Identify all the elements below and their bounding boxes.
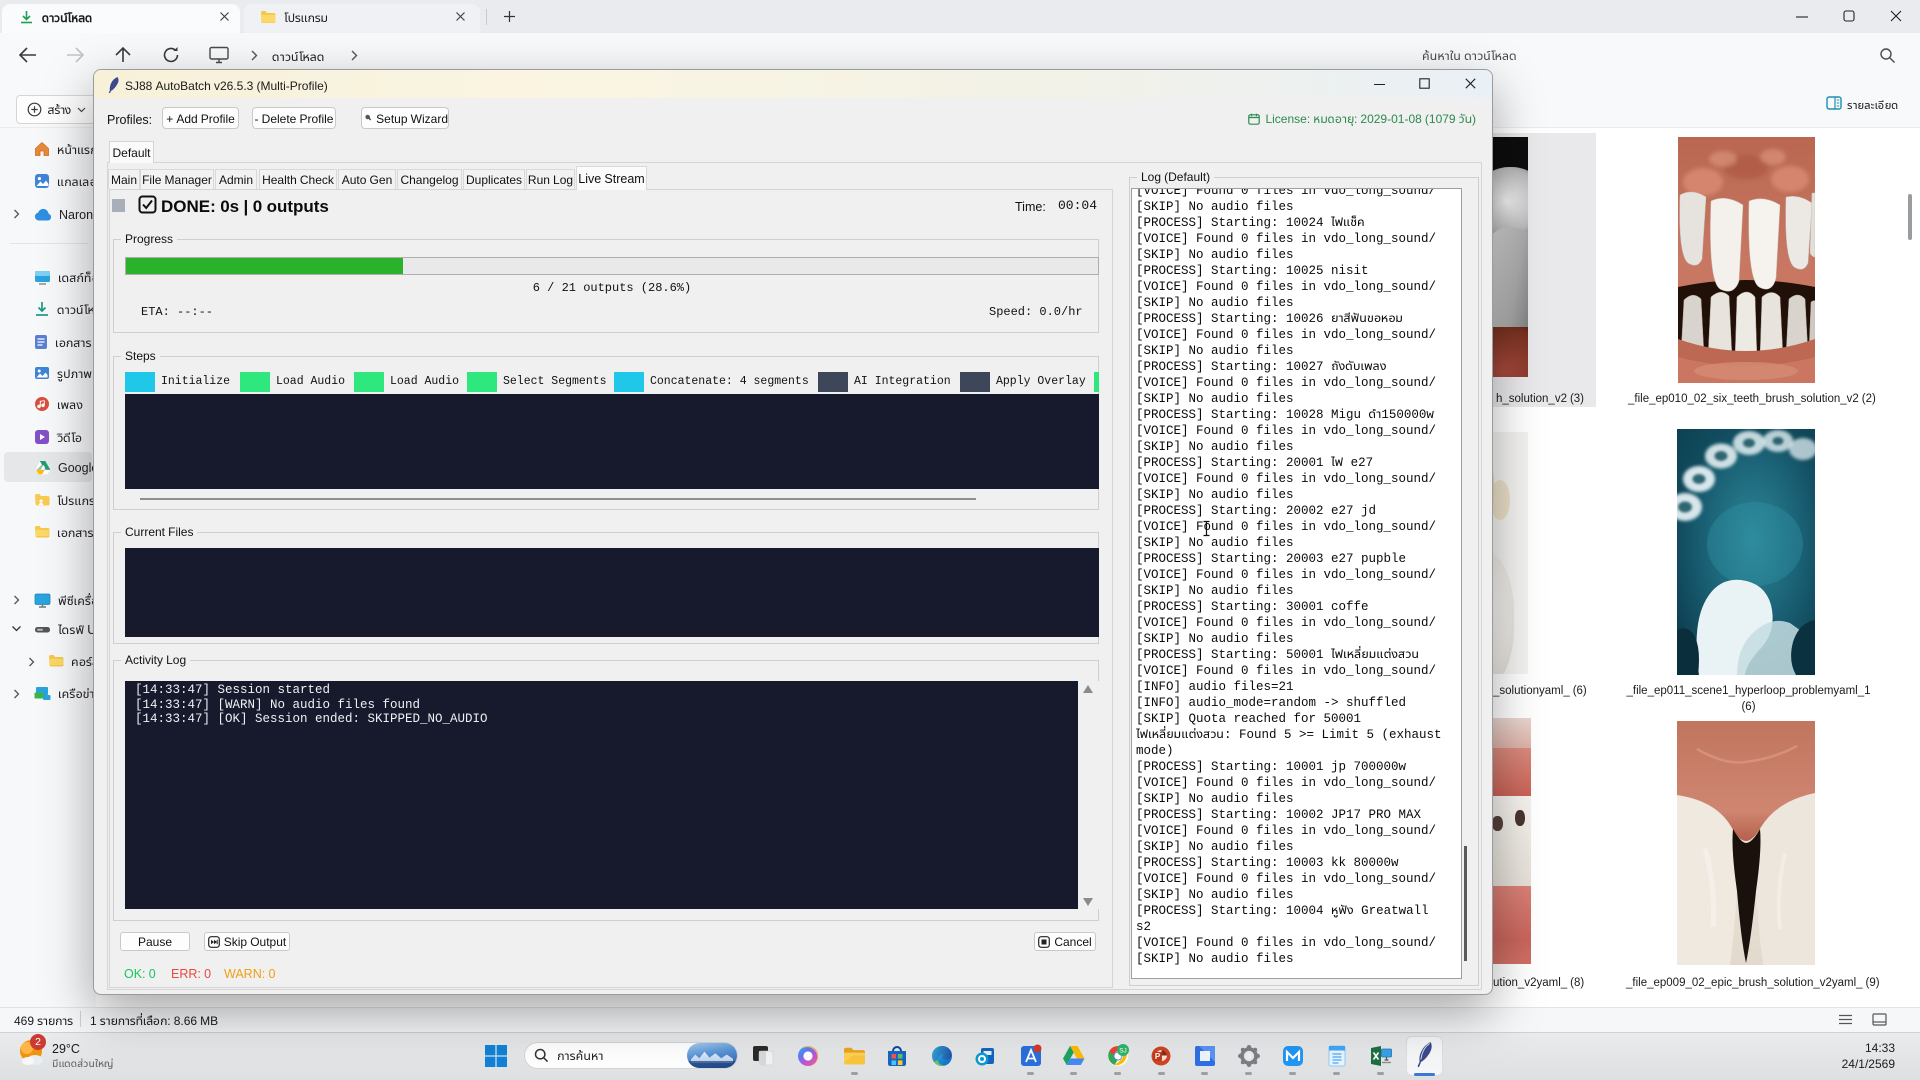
svg-text:P: P [1155,1052,1161,1061]
svg-text:SJ: SJ [1119,1047,1127,1054]
